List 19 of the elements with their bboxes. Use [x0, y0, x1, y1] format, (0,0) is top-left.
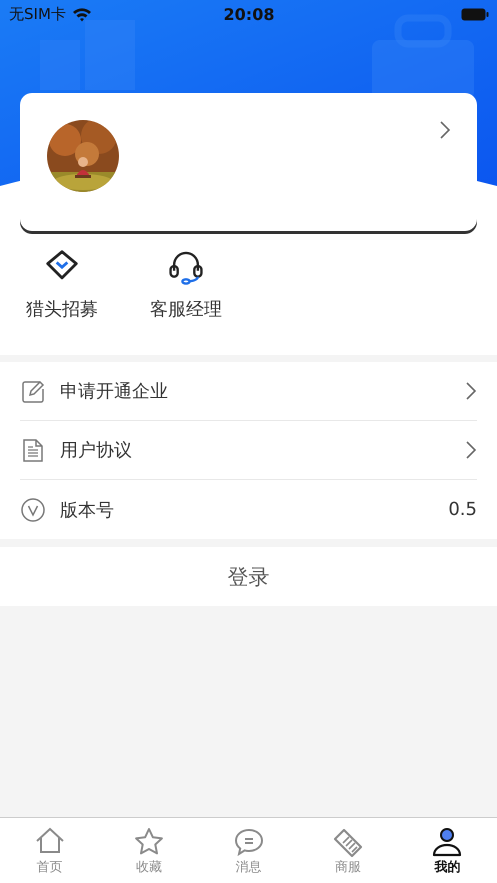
tab-item[interactable]: 我的 [398, 818, 497, 883]
chat-icon[interactable] [232, 826, 265, 858]
battery-icon [461, 8, 489, 20]
person-icon[interactable] [431, 826, 464, 858]
status-time: 20:08 [224, 4, 274, 24]
menu-label: 用户协议 [60, 439, 133, 462]
wifi-icon [72, 6, 92, 22]
edit-icon [20, 378, 46, 404]
menu-row[interactable]: 用户协议 [20, 421, 477, 480]
chevron-circle-icon [20, 496, 46, 522]
menu-row[interactable]: 版本号 0.5 [20, 480, 477, 539]
shortcut-label[interactable]: 猎头招募 [26, 297, 98, 321]
menu-row[interactable]: 申请开通企业 [20, 362, 477, 421]
shortcut-label[interactable]: 客服经理 [150, 297, 222, 321]
menu-label: 版本号 [60, 498, 115, 522]
version-value: 0.5 [448, 499, 477, 520]
profile-card[interactable] [20, 93, 477, 231]
carrier-label: 无SIM卡 [9, 4, 66, 24]
menu-label: 申请开通企业 [60, 380, 169, 403]
